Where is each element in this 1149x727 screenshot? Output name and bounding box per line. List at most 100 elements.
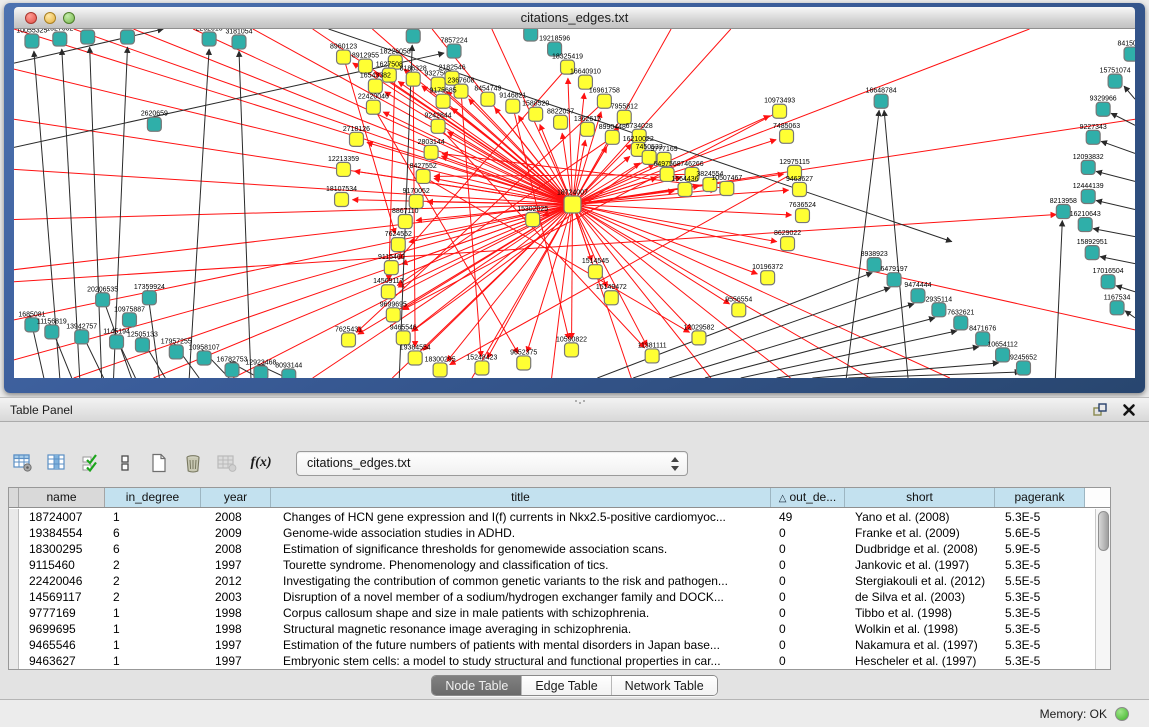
cell-title: Embryonic stem cells: a model to study s… [271, 653, 771, 669]
svg-text:10958107: 10958107 [189, 344, 220, 351]
table-row[interactable]: 2242004622012Investigating the contribut… [9, 573, 1095, 589]
cell-year: 2009 [201, 525, 271, 541]
svg-text:9652375: 9652375 [510, 349, 537, 356]
column-header-short[interactable]: short [845, 488, 995, 507]
import-table-disabled-icon[interactable] [216, 452, 238, 474]
svg-text:7636524: 7636524 [789, 202, 816, 209]
column-header-pagerank[interactable]: pagerank [995, 488, 1085, 507]
select-all-icon[interactable] [80, 452, 102, 474]
cell-in_degree: 2 [105, 589, 201, 605]
svg-text:10590822: 10590822 [556, 336, 587, 343]
panel-resize-grip[interactable] [575, 400, 585, 405]
table-scrollbar[interactable] [1095, 509, 1110, 669]
row-height-icon[interactable] [114, 452, 136, 474]
minimize-window-button[interactable] [44, 12, 56, 24]
cell-short: de Silva et al. (2003) [845, 589, 995, 605]
svg-text:18300295: 18300295 [425, 356, 456, 363]
tab-edge-table[interactable]: Edge Table [522, 676, 611, 695]
memory-ok-indicator-icon[interactable] [1115, 707, 1129, 721]
svg-text:8427552: 8427552 [410, 163, 437, 170]
table-row[interactable]: 911546021997Tourette syndrome. Phenomeno… [9, 557, 1095, 573]
cell-pagerank: 5.3E-5 [995, 605, 1085, 621]
network-window-titlebar[interactable]: citations_edges.txt [14, 7, 1135, 29]
svg-text:8938923: 8938923 [861, 251, 888, 258]
svg-text:2620659: 2620659 [141, 111, 168, 118]
cell-year: 2008 [201, 509, 271, 525]
table-row[interactable]: 1872400712008Changes of HCN gene express… [9, 509, 1095, 525]
cell-title: Disruption of a novel member of a sodium… [271, 589, 771, 605]
create-table-icon[interactable] [148, 452, 170, 474]
table-row[interactable]: 977716911998Corpus callosum shape and si… [9, 605, 1095, 621]
cell-out_degree: 0 [771, 589, 845, 605]
network-canvas[interactable]: 1005532515276022013091155029222620153181… [14, 29, 1135, 378]
svg-text:2182546: 2182546 [438, 65, 465, 72]
cell-out_degree: 0 [771, 621, 845, 637]
column-header-year[interactable]: year [201, 488, 271, 507]
svg-text:7624552: 7624552 [385, 231, 412, 238]
header-filler [1085, 488, 1110, 507]
node-table: namein_degreeyeartitle△out_de...shortpag… [8, 487, 1111, 670]
table-row[interactable]: 946554611997Estimation of the future num… [9, 637, 1095, 653]
svg-text:10507467: 10507467 [711, 175, 742, 182]
table-options-icon[interactable] [12, 452, 34, 474]
delete-table-icon[interactable] [182, 452, 204, 474]
tab-node-table[interactable]: Node Table [432, 676, 522, 695]
svg-text:9175685: 9175685 [430, 88, 457, 95]
svg-text:15302025: 15302025 [517, 206, 548, 213]
svg-text:12213359: 12213359 [328, 156, 359, 163]
svg-text:9146821: 9146821 [499, 93, 526, 100]
network-table-selector[interactable]: citations_edges.txt [296, 451, 688, 476]
table-row[interactable]: 1456911722003Disruption of a novel membe… [9, 589, 1095, 605]
float-panel-icon[interactable] [1092, 402, 1108, 418]
column-header-title[interactable]: title [271, 488, 771, 507]
svg-text:9699695: 9699695 [380, 301, 407, 308]
svg-text:1527602: 1527602 [46, 29, 73, 33]
table-header-row: namein_degreeyeartitle△out_de...shortpag… [9, 488, 1110, 508]
cell-name: 9465546 [19, 637, 105, 653]
svg-text:10055325: 10055325 [16, 29, 47, 35]
svg-text:2803144: 2803144 [418, 139, 445, 146]
tab-network-table[interactable]: Network Table [612, 676, 717, 695]
table-row[interactable]: 1830029562008Estimation of significance … [9, 541, 1095, 557]
svg-text:17359924: 17359924 [134, 284, 165, 291]
column-header-name[interactable]: name [19, 488, 105, 507]
function-builder-icon[interactable]: f(x) [250, 452, 272, 474]
table-row[interactable]: 969969511998Structural magnetic resonanc… [9, 621, 1095, 637]
svg-text:9465546: 9465546 [390, 324, 417, 331]
show-columns-icon[interactable] [46, 452, 68, 474]
svg-text:17016504: 17016504 [1093, 268, 1124, 275]
sort-ascending-icon: △ [779, 493, 787, 504]
table-row[interactable]: 1938455462009Genome-wide association stu… [9, 525, 1095, 541]
svg-text:16210022: 16210022 [623, 136, 654, 143]
table-body: 1872400712008Changes of HCN gene express… [9, 509, 1095, 669]
network-canvas-area: 1005532515276022013091155029222620153181… [14, 29, 1135, 378]
cell-pagerank: 5.3E-5 [995, 621, 1085, 637]
column-header-in_degree[interactable]: in_degree [105, 488, 201, 507]
row-gutter [9, 525, 19, 541]
maximize-window-button[interactable] [63, 12, 75, 24]
svg-text:1588520: 1588520 [522, 101, 549, 108]
svg-text:7632621: 7632621 [947, 309, 974, 316]
cell-out_degree: 49 [771, 509, 845, 525]
close-window-button[interactable] [25, 12, 37, 24]
column-header-out_degree[interactable]: △out_de... [771, 488, 845, 507]
cell-out_degree: 0 [771, 557, 845, 573]
svg-text:3181054: 3181054 [225, 29, 252, 36]
table-row[interactable]: 946362711997Embryonic stem cells: a mode… [9, 653, 1095, 669]
svg-text:12923468: 12923468 [245, 359, 276, 366]
cell-title: Estimation of the future numbers of pati… [271, 637, 771, 653]
cell-short: Franke et al. (2009) [845, 525, 995, 541]
cell-title: Changes of HCN gene expression and I(f) … [271, 509, 771, 525]
svg-text:16648784: 16648784 [866, 88, 897, 95]
table-scrollbar-thumb[interactable] [1098, 511, 1109, 551]
svg-text:746266: 746266 [680, 161, 703, 168]
cell-title: Genome-wide association studies in ADHD. [271, 525, 771, 541]
svg-text:1145194: 1145194 [103, 328, 130, 335]
cell-pagerank: 5.6E-5 [995, 525, 1085, 541]
svg-text:8186328: 8186328 [400, 66, 427, 73]
cell-in_degree: 1 [105, 605, 201, 621]
cell-short: Wolkin et al. (1998) [845, 621, 995, 637]
svg-text:8454749: 8454749 [474, 86, 501, 93]
row-gutter [9, 653, 19, 669]
close-panel-icon[interactable] [1121, 402, 1137, 418]
